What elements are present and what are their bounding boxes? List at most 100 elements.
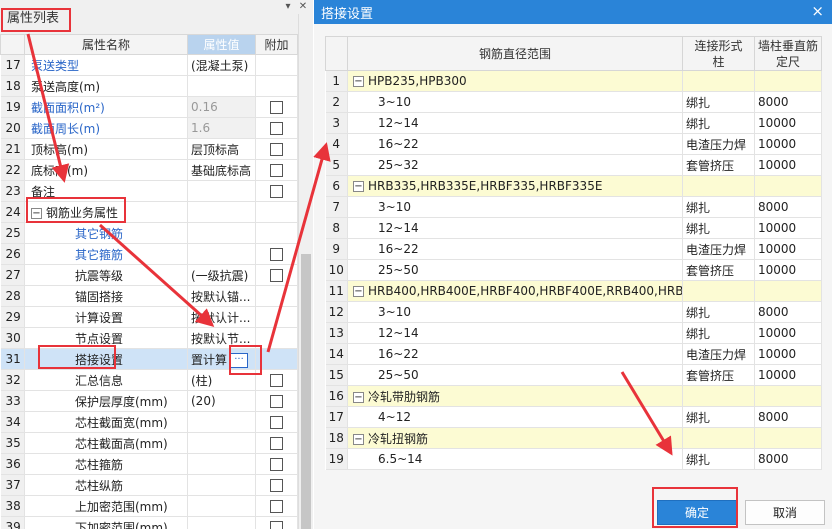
connection-type-cell[interactable]: 绑扎 [682, 112, 755, 134]
extra-checkbox[interactable] [270, 164, 283, 177]
fixed-length-cell[interactable]: 8000 [754, 448, 822, 470]
rebar-range-row[interactable]: 13 12~14 绑扎 10000 [325, 322, 822, 344]
connection-type-cell[interactable]: 套管挤压 [682, 259, 755, 281]
rebar-group-row[interactable]: 6− HRB335,HRB335E,HRBF335,HRBF335E [325, 175, 822, 197]
fixed-length-cell[interactable] [754, 385, 822, 407]
property-row[interactable]: 29 计算设置 按默认计... [0, 306, 298, 328]
connection-type-cell[interactable] [682, 385, 755, 407]
property-row[interactable]: 36 芯柱箍筋 [0, 453, 298, 475]
collapse-icon[interactable]: − [353, 433, 364, 445]
property-row[interactable]: 17 泵送类型 (混凝土泵) [0, 54, 298, 76]
connection-type-cell[interactable]: 电渣压力焊 [682, 133, 755, 155]
property-row[interactable]: 18 泵送高度(m) [0, 75, 298, 97]
dropdown-icon[interactable]: ▾ [282, 1, 294, 13]
rebar-range-row[interactable]: 7 3~10 绑扎 8000 [325, 196, 822, 218]
extra-checkbox[interactable] [270, 143, 283, 156]
rebar-range-row[interactable]: 15 25~50 套管挤压 10000 [325, 364, 822, 386]
extra-checkbox[interactable] [270, 500, 283, 513]
fixed-length-cell[interactable] [754, 175, 822, 197]
extra-checkbox[interactable] [270, 395, 283, 408]
property-value-cell[interactable] [187, 75, 256, 97]
property-value-cell[interactable] [187, 516, 256, 529]
extra-checkbox[interactable] [270, 269, 283, 282]
property-row[interactable]: 22 底标高(m) 基础底标高 [0, 159, 298, 181]
fixed-length-cell[interactable]: 8000 [754, 91, 822, 113]
property-row[interactable]: 19 截面面积(m²) 0.16 [0, 96, 298, 118]
fixed-length-cell[interactable]: 10000 [754, 133, 822, 155]
extra-checkbox[interactable] [270, 458, 283, 471]
rebar-range-row[interactable]: 12 3~10 绑扎 8000 [325, 301, 822, 323]
property-row[interactable]: 20 截面周长(m) 1.6 [0, 117, 298, 139]
extra-checkbox[interactable] [270, 479, 283, 492]
fixed-length-cell[interactable]: 10000 [754, 322, 822, 344]
connection-type-cell[interactable]: 电渣压力焊 [682, 343, 755, 365]
fixed-length-cell[interactable] [754, 280, 822, 302]
rebar-range-row[interactable]: 4 16~22 电渣压力焊 10000 [325, 133, 822, 155]
collapse-icon[interactable]: − [353, 181, 364, 192]
property-value-cell[interactable]: 基础底标高 [187, 159, 256, 181]
property-value-cell[interactable]: (一级抗震) [187, 264, 256, 286]
rebar-range-row[interactable]: 10 25~50 套管挤压 10000 [325, 259, 822, 281]
rebar-range-row[interactable]: 14 16~22 电渣压力焊 10000 [325, 343, 822, 365]
connection-type-cell[interactable] [682, 280, 755, 302]
property-value-cell[interactable]: 按默认锚... [187, 285, 256, 307]
rebar-group-row[interactable]: 18− 冷轧扭钢筋 [325, 427, 822, 449]
property-row[interactable]: 27 抗震等级 (一级抗震) [0, 264, 298, 286]
extra-checkbox[interactable] [270, 248, 283, 261]
connection-type-cell[interactable]: 绑扎 [682, 196, 755, 218]
collapse-icon[interactable]: − [353, 286, 364, 297]
rebar-group-row[interactable]: 11− HRB400,HRB400E,HRBF400,HRBF400E,RRB40… [325, 280, 822, 302]
extra-checkbox[interactable] [270, 416, 283, 429]
fixed-length-cell[interactable]: 10000 [754, 154, 822, 176]
extra-checkbox[interactable] [270, 122, 283, 135]
connection-type-cell[interactable]: 绑扎 [682, 448, 755, 470]
close-icon[interactable]: ✕ [297, 1, 309, 13]
property-row[interactable]: 33 保护层厚度(mm) (20) [0, 390, 298, 412]
property-value-cell[interactable] [187, 495, 256, 517]
property-value-cell[interactable]: 层顶标高 [187, 138, 256, 160]
rebar-range-row[interactable]: 17 4~12 绑扎 8000 [325, 406, 822, 428]
collapse-icon[interactable]: − [353, 391, 364, 403]
close-icon[interactable]: × [811, 2, 824, 20]
rebar-range-row[interactable]: 8 12~14 绑扎 10000 [325, 217, 822, 239]
property-value-cell[interactable]: (混凝土泵) [187, 54, 256, 76]
connection-type-cell[interactable]: 电渣压力焊 [682, 238, 755, 260]
fixed-length-cell[interactable]: 8000 [754, 196, 822, 218]
property-value-cell[interactable] [187, 222, 256, 244]
fixed-length-cell[interactable]: 10000 [754, 217, 822, 239]
fixed-length-cell[interactable]: 10000 [754, 364, 822, 386]
property-value-cell[interactable] [187, 243, 256, 265]
cancel-button[interactable]: 取消 [745, 500, 825, 525]
property-row[interactable]: 21 顶标高(m) 层顶标高 [0, 138, 298, 160]
extra-checkbox[interactable] [270, 101, 283, 114]
fixed-length-cell[interactable] [754, 427, 822, 449]
property-value-cell[interactable]: 0.16 [187, 96, 256, 118]
property-row[interactable]: 34 芯柱截面宽(mm) [0, 411, 298, 433]
property-value-cell[interactable]: 按默认计... [187, 306, 256, 328]
fixed-length-cell[interactable]: 10000 [754, 259, 822, 281]
property-row[interactable]: 39 下加密范围(mm) [0, 516, 298, 529]
property-value-cell[interactable] [187, 180, 256, 202]
fixed-length-cell[interactable] [754, 70, 822, 92]
property-value-cell[interactable] [187, 453, 256, 475]
property-row[interactable]: 38 上加密范围(mm) [0, 495, 298, 517]
property-row[interactable]: 26 其它箍筋 [0, 243, 298, 265]
rebar-range-row[interactable]: 19 6.5~14 绑扎 8000 [325, 448, 822, 470]
vertical-scrollbar[interactable] [298, 14, 313, 529]
connection-type-cell[interactable] [682, 70, 755, 92]
collapse-icon[interactable]: − [353, 76, 364, 87]
fixed-length-cell[interactable]: 8000 [754, 406, 822, 428]
connection-type-cell[interactable]: 套管挤压 [682, 364, 755, 386]
fixed-length-cell[interactable]: 10000 [754, 238, 822, 260]
extra-checkbox[interactable] [270, 374, 283, 387]
extra-checkbox[interactable] [270, 437, 283, 450]
connection-type-cell[interactable]: 绑扎 [682, 322, 755, 344]
property-value-cell[interactable] [187, 411, 256, 433]
rebar-range-row[interactable]: 9 16~22 电渣压力焊 10000 [325, 238, 822, 260]
extra-checkbox[interactable] [270, 521, 283, 529]
rebar-range-row[interactable]: 3 12~14 绑扎 10000 [325, 112, 822, 134]
rebar-group-row[interactable]: 1− HPB235,HPB300 [325, 70, 822, 92]
connection-type-cell[interactable] [682, 427, 755, 449]
property-row[interactable]: 37 芯柱纵筋 [0, 474, 298, 496]
rebar-range-row[interactable]: 5 25~32 套管挤压 10000 [325, 154, 822, 176]
